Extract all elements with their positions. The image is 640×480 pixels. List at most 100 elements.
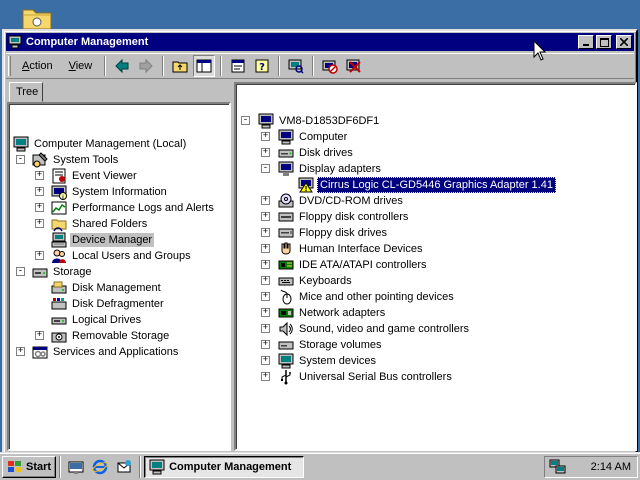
tree-item-row[interactable]: + Services and Applications (16, 344, 180, 360)
show-hide-tree-icon (196, 59, 212, 73)
expand-toggle[interactable]: + (261, 308, 270, 317)
maximize-icon (599, 37, 609, 47)
expand-toggle[interactable]: + (261, 132, 270, 141)
device-item-label: Cirrus Logic CL-GD5446 Graphics Adapter … (317, 177, 556, 193)
view-menu-label: iew (75, 60, 93, 72)
expand-toggle[interactable]: + (35, 219, 44, 228)
tree-pane[interactable]: Computer Management (Local) - System Tools… (7, 102, 231, 451)
device-item-row[interactable]: + Keyboards (261, 273, 354, 289)
device-item-row[interactable]: + System devices (261, 353, 378, 369)
minimize-button[interactable] (578, 35, 594, 49)
device-item-row[interactable]: - Display adapters (261, 161, 383, 177)
device-item-row[interactable]: + Mice and other pointing devices (261, 289, 456, 305)
expand-toggle[interactable]: + (261, 148, 270, 157)
device-item-row[interactable]: + Computer (261, 129, 349, 145)
tree-item-row[interactable]: + Shared Folders (35, 216, 149, 232)
tree-item-row[interactable]: + Local Users and Groups (35, 248, 193, 264)
display-adapter-icon (278, 161, 294, 177)
expand-toggle[interactable]: + (261, 212, 270, 221)
expand-toggle[interactable]: + (261, 196, 270, 205)
view-menu[interactable]: View (62, 58, 100, 74)
quicklaunch-internet-explorer[interactable] (90, 457, 110, 477)
help-button[interactable]: ? (251, 55, 273, 77)
device-item-row[interactable]: + Floppy disk drives (261, 225, 389, 241)
quicklaunch-outlook-express[interactable] (114, 457, 134, 477)
show-hide-tree-button[interactable] (193, 55, 216, 77)
tree-item-row[interactable]: Logical Drives (51, 312, 143, 328)
start-button[interactable]: Start (2, 455, 57, 478)
collapse-toggle[interactable]: - (241, 116, 250, 125)
maximize-button[interactable] (596, 35, 612, 49)
expand-toggle[interactable]: + (35, 187, 44, 196)
expand-toggle[interactable]: + (261, 244, 270, 253)
tree-item-row[interactable]: Computer Management (Local) (13, 136, 188, 152)
collapse-toggle[interactable]: - (16, 267, 25, 276)
tree-item-row[interactable]: + i System Information (35, 184, 169, 200)
keyboard-icon (278, 273, 294, 289)
tree-item-label: Event Viewer (72, 170, 137, 182)
task-computer-management[interactable]: Computer Management (144, 455, 305, 478)
tree-item-row[interactable]: Disk Management (51, 280, 163, 296)
expand-toggle[interactable]: + (261, 324, 270, 333)
tree-item-row[interactable]: Device Manager (51, 232, 155, 248)
usb-icon (278, 369, 294, 385)
tab-tree[interactable]: Tree (9, 82, 43, 102)
back-arrow-icon (115, 58, 129, 74)
device-item-row[interactable]: + Floppy disk controllers (261, 209, 410, 225)
expand-toggle[interactable]: + (261, 372, 270, 381)
tree-item-row[interactable]: + Removable Storage (35, 328, 171, 344)
clock[interactable]: 2:14 AM (591, 461, 631, 473)
device-item-row[interactable]: + IDE ATA/ATAPI controllers (261, 257, 429, 273)
back-button[interactable] (111, 55, 133, 77)
device-item-row[interactable]: + Storage volumes (261, 337, 384, 353)
device-item-row[interactable]: - VM8-D1853DF6DF1 (241, 113, 381, 129)
expand-toggle[interactable]: + (261, 292, 270, 301)
toolbar-grip[interactable] (8, 56, 11, 76)
collapse-toggle[interactable]: - (261, 164, 270, 173)
close-button[interactable] (616, 35, 632, 49)
expand-toggle[interactable]: + (16, 347, 25, 356)
tree-item-row[interactable]: - System Tools (16, 152, 120, 168)
device-item-row[interactable]: + Disk drives (261, 145, 355, 161)
event-viewer-icon (51, 168, 67, 184)
forward-button[interactable] (135, 55, 157, 77)
device-item-label: Storage volumes (299, 339, 382, 351)
expand-toggle[interactable]: + (261, 276, 270, 285)
warning-adapter-icon (298, 177, 314, 193)
properties-button[interactable] (227, 55, 249, 77)
tree-item-row[interactable]: + Performance Logs and Alerts (35, 200, 216, 216)
cdrom-icon (278, 193, 294, 209)
scan-hardware-button[interactable] (285, 55, 307, 77)
expand-toggle[interactable]: + (261, 260, 270, 269)
device-item-row[interactable]: + Network adapters (261, 305, 387, 321)
quicklaunch-show-desktop[interactable] (66, 457, 86, 477)
tree-item-row[interactable]: Disk Defragmenter (51, 296, 166, 312)
device-list-pane[interactable]: - VM8-D1853DF6DF1 + Computer + Disk drives - Di… (234, 82, 637, 451)
expand-toggle[interactable]: + (261, 356, 270, 365)
expand-toggle[interactable]: + (35, 203, 44, 212)
toolbar-separator (312, 56, 315, 76)
tree-item-row[interactable]: + Event Viewer (35, 168, 139, 184)
disable-device-button[interactable] (319, 55, 341, 77)
expand-toggle[interactable]: + (261, 340, 270, 349)
expand-toggle[interactable]: + (35, 171, 44, 180)
tree-item-label: Shared Folders (72, 218, 148, 230)
expand-toggle[interactable]: + (261, 228, 270, 237)
device-item-row[interactable]: + Sound, video and game controllers (261, 321, 471, 337)
collapse-toggle[interactable]: - (16, 155, 25, 164)
desktop-folder-icon[interactable] (20, 2, 54, 30)
device-item-row[interactable]: + Universal Serial Bus controllers (261, 369, 454, 385)
action-menu[interactable]: Action (15, 58, 60, 74)
uninstall-device-button[interactable] (343, 55, 365, 77)
device-item-label: Floppy disk controllers (299, 211, 409, 223)
expand-toggle[interactable]: + (35, 251, 44, 260)
device-item-row[interactable]: Cirrus Logic CL-GD5446 Graphics Adapter … (298, 177, 556, 193)
device-item-row[interactable]: + DVD/CD-ROM drives (261, 193, 405, 209)
expand-toggle[interactable]: + (35, 331, 44, 340)
tree-item-row[interactable]: - Storage (16, 264, 94, 280)
device-item-row[interactable]: + Human Interface Devices (261, 241, 425, 257)
close-icon (620, 38, 628, 46)
floppy-drive-icon (278, 225, 294, 241)
up-one-level-button[interactable] (169, 55, 191, 77)
network-tray-icon[interactable] (549, 459, 567, 475)
